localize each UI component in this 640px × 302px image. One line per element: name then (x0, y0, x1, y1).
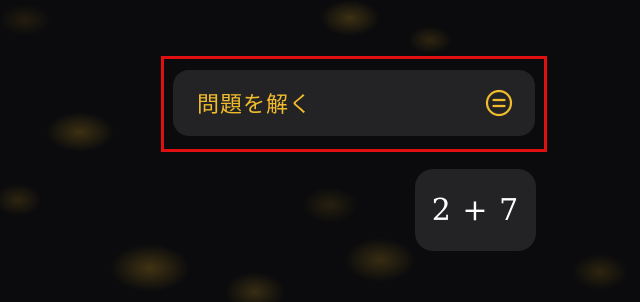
equals-circle-icon (485, 89, 513, 117)
math-notes-canvas: 問題を解く 2 + 7 (0, 0, 640, 302)
solve-problem-button[interactable]: 問題を解く (173, 70, 535, 136)
solve-problem-label: 問題を解く (197, 93, 313, 118)
expression-text: 2 + 7 (431, 192, 520, 228)
expression-bubble[interactable]: 2 + 7 (415, 169, 536, 251)
